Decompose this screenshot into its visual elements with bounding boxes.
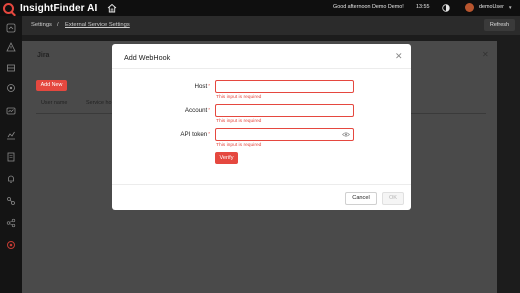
host-input[interactable] bbox=[215, 80, 354, 93]
modal-title: Add WebHook bbox=[124, 53, 171, 62]
incident-icon[interactable] bbox=[6, 63, 16, 73]
alert-icon[interactable] bbox=[6, 42, 16, 52]
verify-button[interactable]: Verify bbox=[215, 152, 238, 164]
share-icon[interactable] bbox=[6, 218, 16, 228]
api-token-label: API token* bbox=[180, 131, 210, 138]
breadcrumb-root[interactable]: Settings bbox=[31, 22, 52, 28]
dashboard-icon[interactable] bbox=[6, 23, 16, 33]
bell-icon[interactable] bbox=[6, 174, 16, 184]
column-header-service-host: Service ho bbox=[86, 100, 112, 106]
logo[interactable]: InsightFinder AI bbox=[3, 2, 98, 14]
settings-icon[interactable] bbox=[6, 240, 16, 250]
account-error: This input is required bbox=[216, 119, 262, 124]
integrations-icon[interactable] bbox=[6, 196, 16, 206]
ok-button[interactable]: OK bbox=[382, 192, 404, 205]
breadcrumb-current[interactable]: External Service Settings bbox=[65, 22, 130, 28]
api-token-error: This input is required bbox=[216, 143, 262, 148]
add-new-button[interactable]: Add New bbox=[36, 80, 67, 91]
home-icon[interactable] bbox=[107, 3, 117, 13]
modal-footer-divider bbox=[112, 184, 411, 185]
theme-toggle-icon[interactable] bbox=[442, 4, 450, 12]
username[interactable]: demoUser bbox=[479, 4, 504, 10]
greeting-text: Good afternoon Demo Demo! bbox=[333, 4, 404, 10]
refresh-button[interactable]: Refresh bbox=[484, 19, 515, 31]
eye-icon[interactable] bbox=[342, 132, 350, 137]
host-error: This input is required bbox=[216, 95, 262, 100]
account-label: Account* bbox=[184, 107, 210, 114]
avatar[interactable] bbox=[465, 3, 474, 12]
modal-header-divider bbox=[112, 68, 411, 69]
insights-icon[interactable] bbox=[6, 83, 16, 93]
sidebar-nav bbox=[0, 16, 22, 293]
api-token-input[interactable] bbox=[215, 128, 354, 141]
chart-icon[interactable] bbox=[6, 130, 16, 140]
close-icon[interactable]: ✕ bbox=[395, 51, 403, 62]
document-icon[interactable] bbox=[6, 152, 16, 162]
logo-icon bbox=[3, 2, 14, 14]
jira-panel-title: Jira bbox=[37, 52, 50, 59]
clock-time: 13:55 bbox=[416, 4, 430, 10]
account-input[interactable] bbox=[215, 104, 354, 117]
breadcrumb-separator: / bbox=[57, 22, 59, 28]
chevron-down-icon[interactable]: ▼ bbox=[508, 5, 512, 10]
add-webhook-modal: Add WebHook ✕ Host* This input is requir… bbox=[112, 44, 411, 210]
app-name: InsightFinder AI bbox=[20, 2, 98, 14]
close-icon[interactable]: ✕ bbox=[482, 50, 489, 59]
host-label: Host* bbox=[194, 83, 211, 90]
metrics-icon[interactable] bbox=[6, 106, 16, 116]
cancel-button[interactable]: Cancel bbox=[345, 192, 377, 205]
column-header-user-name: User name bbox=[41, 100, 68, 106]
